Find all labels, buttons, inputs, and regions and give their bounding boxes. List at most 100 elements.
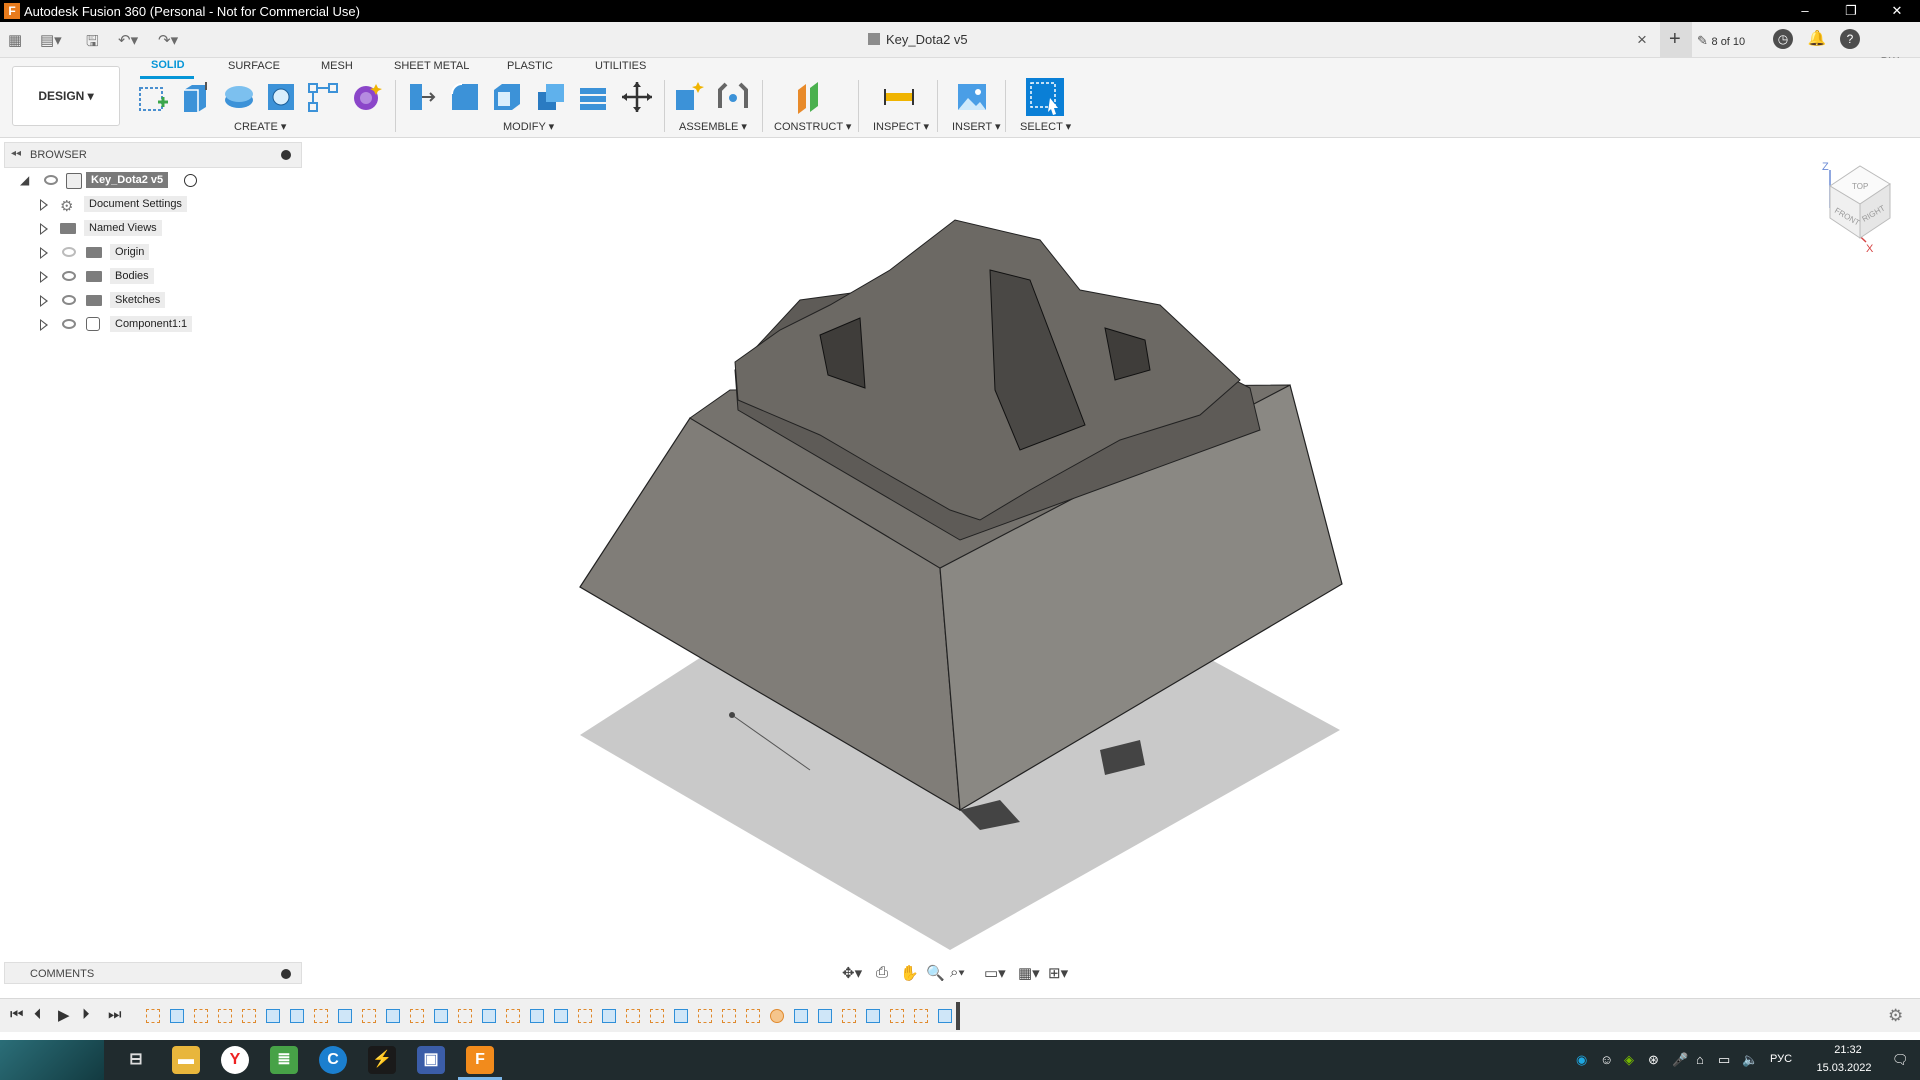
select-menu[interactable]: SELECT ▾ (1020, 120, 1071, 133)
visibility-eye-icon[interactable] (62, 319, 76, 329)
visibility-eye-icon[interactable] (44, 175, 58, 185)
insert-menu[interactable]: INSERT ▾ (952, 120, 1001, 133)
ccleaner-tray-icon[interactable]: ◉ (1576, 1052, 1587, 1068)
visibility-eye-icon[interactable] (62, 271, 76, 281)
discord-tray-icon[interactable]: ☺ (1600, 1052, 1613, 1067)
timeline-settings-gear-icon[interactable]: ⚙ (1888, 1006, 1903, 1026)
play-icon[interactable]: ▶ (58, 1006, 70, 1024)
timeline-feature[interactable] (650, 1009, 664, 1023)
clock-time[interactable]: 21:32 (1818, 1044, 1878, 1056)
timeline-feature[interactable] (842, 1009, 856, 1023)
tab-utilities[interactable]: UTILITIES (595, 60, 646, 72)
browser-item-origin[interactable]: Origin (36, 242, 236, 264)
timeline-feature[interactable] (218, 1009, 232, 1023)
clock-date[interactable]: 15.03.2022 (1808, 1062, 1880, 1074)
timeline-feature[interactable] (866, 1009, 880, 1023)
offset-face-icon[interactable] (576, 80, 610, 114)
job-status-icon[interactable]: ◷ (1773, 29, 1793, 49)
data-panel-grid-icon[interactable]: ▦ (8, 31, 22, 49)
create-sketch-icon[interactable] (136, 80, 170, 114)
step-back-icon[interactable]: ⏴ (34, 1006, 42, 1023)
look-at-icon[interactable]: ⎙ (876, 964, 888, 981)
remote-desktop-icon[interactable]: ▣ (417, 1046, 445, 1074)
help-icon[interactable]: ? (1840, 29, 1860, 49)
microphone-tray-icon[interactable]: 🎤 (1672, 1052, 1688, 1068)
timeline-feature[interactable] (698, 1009, 712, 1023)
timeline-feature[interactable] (602, 1009, 616, 1023)
redo-icon[interactable]: ↷▾ (158, 31, 178, 49)
pattern-icon[interactable] (306, 80, 340, 114)
collapse-panel-icon[interactable]: ◂◂ (11, 148, 21, 159)
timeline-feature[interactable] (914, 1009, 928, 1023)
timeline-feature[interactable] (266, 1009, 280, 1023)
go-to-end-icon[interactable]: ⏭ (108, 1006, 122, 1023)
new-tab-button[interactable]: + (1660, 22, 1692, 58)
viewports-icon[interactable]: ⊞▾ (1048, 964, 1068, 982)
select-icon[interactable] (1026, 78, 1064, 116)
step-forward-icon[interactable]: ⏵ (82, 1006, 90, 1023)
restore-button[interactable]: ❐ (1828, 0, 1874, 22)
modify-menu[interactable]: MODIFY ▾ (503, 120, 554, 133)
offset-plane-icon[interactable] (792, 80, 826, 114)
workspace-switcher-button[interactable]: DESIGN ▾ (12, 66, 120, 126)
timeline-feature[interactable] (890, 1009, 904, 1023)
fillet-icon[interactable] (448, 80, 482, 114)
display-settings-icon[interactable]: ▭▾ (984, 964, 1006, 982)
expand-arrow-icon[interactable] (40, 199, 48, 211)
expand-arrow-icon[interactable] (40, 319, 48, 331)
file-explorer-icon[interactable]: ▬ (172, 1046, 200, 1074)
pan-hand-icon[interactable]: ✋ (900, 964, 919, 982)
timeline-marker[interactable] (956, 1002, 960, 1030)
timeline-feature[interactable] (146, 1009, 160, 1023)
tab-mesh[interactable]: MESH (321, 60, 353, 72)
task-view-icon[interactable]: ⊟ (122, 1046, 150, 1074)
timeline-feature[interactable] (482, 1009, 496, 1023)
comments-panel-header[interactable]: COMMENTS (4, 962, 302, 984)
fit-icon[interactable]: ⌕▾ (950, 964, 965, 981)
timeline-feature[interactable] (554, 1009, 568, 1023)
hidden-eye-icon[interactable] (62, 247, 76, 257)
timeline-feature[interactable] (194, 1009, 208, 1023)
new-component-icon[interactable] (672, 80, 706, 114)
timeline-feature[interactable] (242, 1009, 256, 1023)
usb-tray-icon[interactable]: ⌂ (1696, 1052, 1704, 1067)
browser-item-bodies[interactable]: Bodies (36, 266, 236, 288)
undo-icon[interactable]: ↶▾ (118, 31, 138, 49)
expand-arrow-icon[interactable] (40, 223, 48, 235)
construct-menu[interactable]: CONSTRUCT ▾ (774, 120, 851, 133)
timeline-feature[interactable] (938, 1009, 952, 1023)
browser-panel-header[interactable]: ◂◂ BROWSER (4, 142, 302, 168)
inspect-menu[interactable]: INSPECT ▾ (873, 120, 929, 133)
insert-canvas-icon[interactable] (955, 80, 989, 114)
browser-item-sketches[interactable]: Sketches (36, 290, 236, 312)
timeline-feature[interactable] (626, 1009, 640, 1023)
visibility-eye-icon[interactable] (62, 295, 76, 305)
grid-settings-icon[interactable]: ▦▾ (1018, 964, 1040, 982)
timeline-feature[interactable] (314, 1009, 328, 1023)
timeline-feature[interactable] (722, 1009, 736, 1023)
save-icon[interactable]: 🖫 (86, 31, 99, 56)
shell-icon[interactable] (490, 80, 524, 114)
extrude-icon[interactable] (178, 80, 212, 114)
minimize-button[interactable]: – (1782, 0, 1828, 22)
orbit-icon[interactable]: ✥▾ (842, 964, 862, 982)
zoom-icon[interactable]: 🔍 (926, 964, 945, 982)
timeline-feature[interactable] (386, 1009, 400, 1023)
create-menu[interactable]: CREATE ▾ (234, 120, 286, 133)
activate-radio-icon[interactable] (184, 174, 197, 187)
browser-item-document-settings[interactable]: ⚙ Document Settings (36, 194, 236, 216)
joint-icon[interactable] (716, 80, 750, 114)
yandex-browser-icon[interactable]: Y (221, 1046, 249, 1074)
assemble-menu[interactable]: ASSEMBLE ▾ (679, 120, 747, 133)
timeline-feature[interactable] (338, 1009, 352, 1023)
timeline-feature[interactable] (434, 1009, 448, 1023)
expand-arrow-icon[interactable] (40, 271, 48, 283)
combine-icon[interactable] (534, 80, 568, 114)
nvidia-tray-icon[interactable]: ◈ (1624, 1052, 1634, 1068)
timeline-feature[interactable] (818, 1009, 832, 1023)
document-tab[interactable]: Key_Dota2 v5 (868, 32, 968, 47)
3d-viewport-model[interactable] (560, 210, 1360, 960)
tab-solid[interactable]: SOLID (151, 59, 185, 71)
notifications-bell-icon[interactable]: 🔔 (1807, 29, 1827, 49)
expand-arrow-icon[interactable] (40, 247, 48, 259)
